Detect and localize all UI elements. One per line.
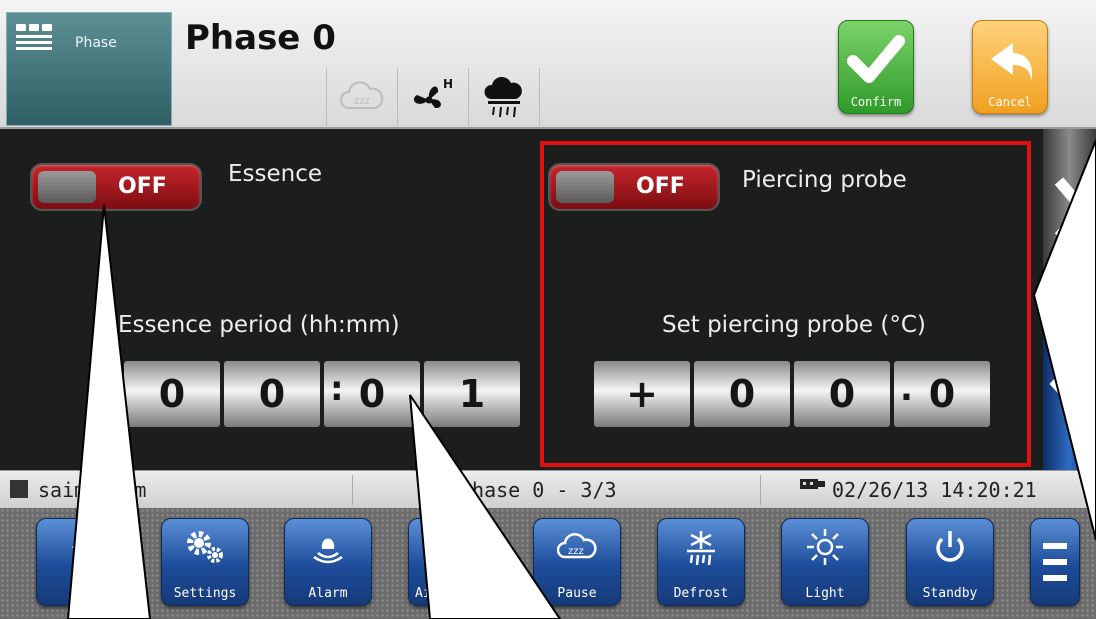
grid-menu-icon	[16, 24, 52, 50]
previous-page-button[interactable]	[1043, 296, 1096, 470]
chevron-left-icon	[1049, 352, 1088, 416]
essence-digit-3-value: 0	[358, 372, 386, 416]
essence-toggle-state: OFF	[118, 174, 167, 199]
essence-digit-2[interactable]: 0	[224, 361, 320, 427]
essence-digit-3[interactable]: :0	[324, 361, 420, 427]
svg-text:H: H	[443, 77, 453, 91]
undo-arrow-icon	[991, 43, 1033, 81]
fan-high-icon[interactable]: H	[397, 68, 468, 126]
essence-period-label: Essence period (hh:mm)	[118, 312, 400, 338]
hamburger-menu-icon	[1043, 543, 1067, 581]
cancel-label: Cancel	[988, 95, 1032, 109]
defrost-button[interactable]: Defrost	[657, 518, 745, 606]
status-divider	[760, 475, 761, 505]
next-page-button[interactable]	[1043, 129, 1096, 291]
humidity-cloud-icon[interactable]	[468, 68, 540, 126]
bottom-button-label: Settings	[173, 586, 237, 601]
bottom-button-e[interactable]: E	[36, 518, 124, 606]
essence-label: Essence	[228, 161, 323, 187]
bottom-button-label: Ai	[415, 586, 431, 601]
time-separator: :	[330, 369, 344, 409]
status-phase: Phase 0 - 3/3	[460, 478, 617, 502]
pause-button[interactable]: zzz Pause	[533, 518, 621, 606]
air-vent-icon	[450, 533, 454, 561]
essence-period-digits: 0 0 :0 1	[116, 355, 528, 435]
status-datetime: 02/26/13 14:20:21	[832, 478, 1037, 502]
settings-button[interactable]: Settings	[161, 518, 249, 606]
gears-icon	[187, 531, 223, 563]
chevron-right-icon	[1054, 177, 1091, 241]
status-divider	[352, 475, 353, 505]
alarm-bell-icon	[313, 538, 343, 564]
bottom-toolbar: E Settings Alarm Ai zzz Pause Defrost Li…	[0, 508, 1096, 619]
alarm-button[interactable]: Alarm	[284, 518, 372, 606]
checkmark-icon	[847, 35, 905, 83]
sleep-cloud-icon[interactable]: zzz	[326, 68, 397, 126]
mode-icons: zzz H	[326, 68, 540, 126]
toggle-knob	[38, 171, 96, 203]
back-arrow-icon	[72, 535, 86, 559]
header-bar: Phase Phase 0 zzz H Confirm Cancel	[0, 0, 1096, 129]
svg-text:zzz: zzz	[354, 96, 370, 107]
power-icon	[936, 531, 964, 562]
status-bar: saimedium Phase 0 - 3/3 02/26/13 14:20:2…	[0, 470, 1096, 509]
sun-icon	[807, 529, 843, 565]
defrost-snowflake-icon	[687, 531, 715, 566]
piercing-probe-highlight	[540, 141, 1031, 467]
menu-button[interactable]	[1030, 518, 1080, 606]
air-button[interactable]: Ai	[408, 518, 496, 606]
sleep-cloud-icon: zzz	[557, 533, 597, 559]
status-square-icon	[10, 480, 28, 498]
standby-button[interactable]: Standby	[906, 518, 994, 606]
essence-toggle[interactable]: OFF	[30, 163, 202, 211]
svg-text:zzz: zzz	[568, 546, 584, 557]
confirm-button[interactable]: Confirm	[838, 20, 914, 114]
essence-digit-4[interactable]: 1	[424, 361, 520, 427]
bottom-button-label: Defrost	[673, 586, 729, 601]
bottom-button-label: E	[76, 586, 84, 601]
light-button[interactable]: Light	[781, 518, 869, 606]
bottom-button-label: Pause	[557, 586, 597, 601]
bottom-button-label: Light	[805, 586, 845, 601]
status-mode: saimedium	[38, 478, 147, 502]
phase-tab[interactable]: Phase	[6, 12, 172, 126]
usb-icon	[800, 479, 825, 489]
bottom-button-label: Alarm	[308, 586, 348, 601]
cancel-button[interactable]: Cancel	[972, 20, 1048, 114]
page-title: Phase 0	[185, 18, 336, 58]
device-screen: Phase Phase 0 zzz H Confirm Cancel OFF E…	[0, 0, 1096, 619]
phase-tab-label: Phase	[75, 35, 117, 51]
essence-digit-1[interactable]: 0	[124, 361, 220, 427]
bottom-button-label: Standby	[922, 586, 978, 601]
confirm-label: Confirm	[850, 95, 902, 109]
